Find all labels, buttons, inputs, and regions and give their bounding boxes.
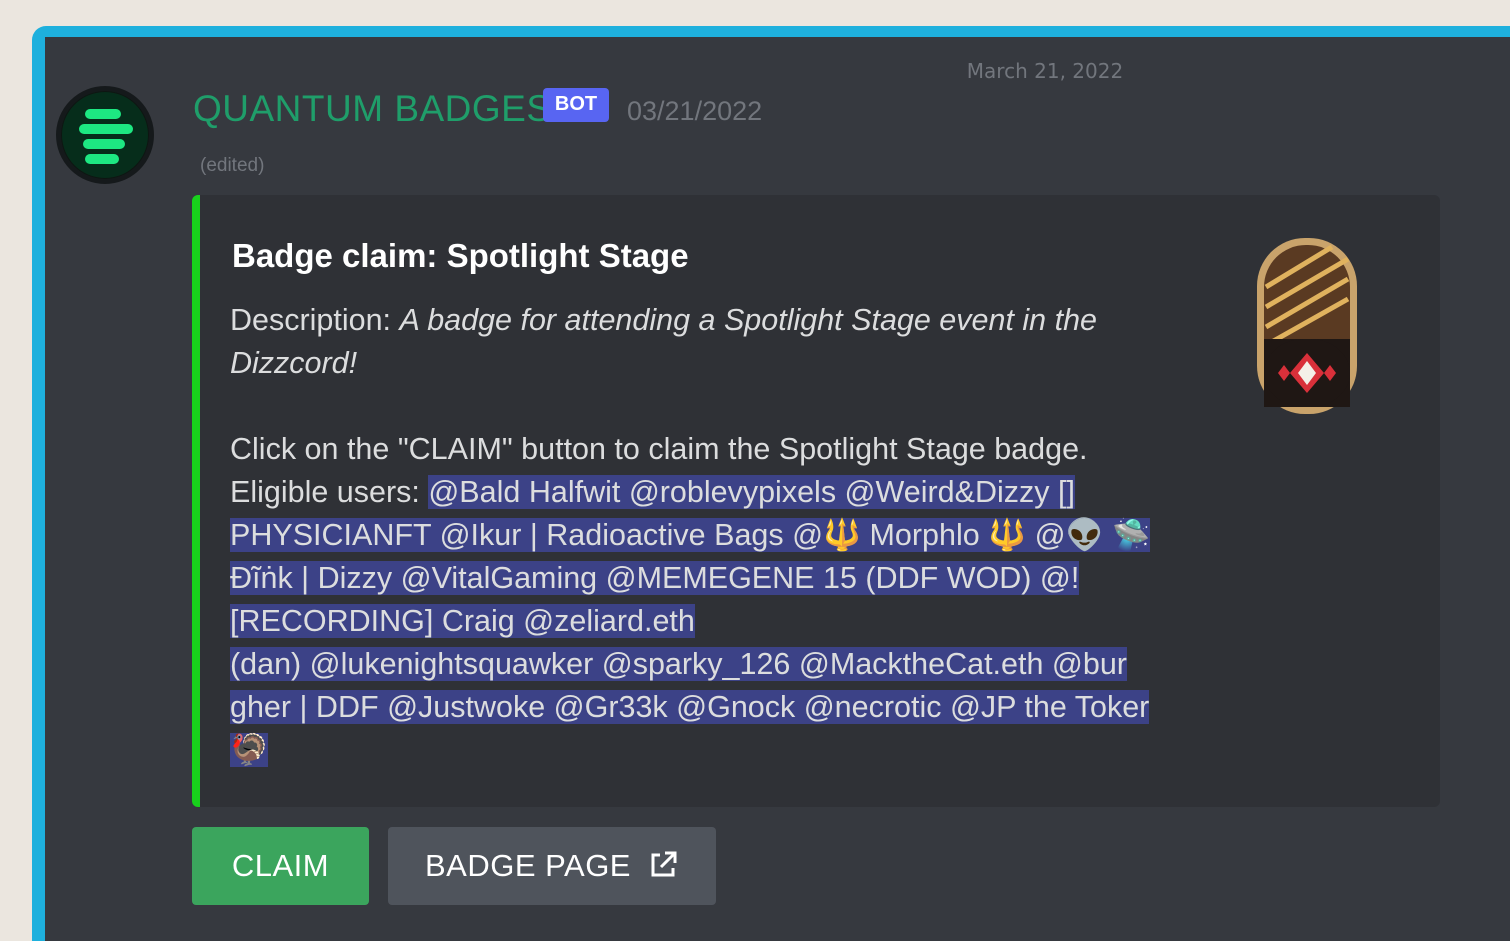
spotlight-stage-badge-icon[interactable]: [1252, 235, 1362, 417]
claim-button[interactable]: CLAIM: [192, 827, 369, 905]
eligible-users-mentions[interactable]: [RECORDING] Craig @zeliard.eth: [230, 604, 695, 638]
eligible-users-mentions[interactable]: @Bald Halfwit @roblevypixels @Weird&Dizz…: [428, 475, 1075, 509]
description-label: Description:: [230, 303, 400, 337]
eligible-users-mentions[interactable]: gher | DDF @Justwoke @Gr33k @Gnock @necr…: [230, 690, 1150, 724]
claim-button-label: CLAIM: [231, 848, 330, 883]
eligible-users-row-2: PHYSICIANFT @Ikur | Radioactive Bags @🔱 …: [230, 514, 1170, 557]
embed-title: Badge claim: Spotlight Stage: [232, 237, 689, 274]
embed-description: Description: A badge for attending a Spo…: [230, 299, 1170, 772]
eligible-users-mentions[interactable]: PHYSICIANFT @Ikur | Radioactive Bags @🔱 …: [230, 518, 1151, 552]
eligible-users-mentions[interactable]: 🦃: [230, 733, 268, 767]
author-name[interactable]: QUANTUM BADGES: [193, 88, 552, 130]
edited-label: (edited): [200, 155, 265, 176]
message-timestamp[interactable]: 03/21/2022: [627, 96, 762, 127]
quantum-badges-logo-icon[interactable]: [56, 86, 154, 184]
eligible-users-mentions[interactable]: Đĩṅk | Dizzy @VitalGaming @MEMEGENE 15 (…: [230, 561, 1080, 595]
eligible-users-row-4: [RECORDING] Craig @zeliard.eth: [230, 600, 1170, 643]
eligible-users-row-3: Đĩṅk | Dizzy @VitalGaming @MEMEGENE 15 (…: [230, 557, 1170, 600]
date-divider: March 21, 2022: [966, 59, 1124, 83]
description-line: Description: A badge for attending a Spo…: [230, 299, 1170, 385]
embed-accent-bar: [192, 195, 200, 807]
eligible-label: Eligible users:: [230, 475, 429, 509]
badge-page-button-label: BADGE PAGE: [425, 848, 631, 883]
badge-page-button[interactable]: BADGE PAGE: [388, 827, 716, 905]
eligible-users-row-6: gher | DDF @Justwoke @Gr33k @Gnock @necr…: [230, 686, 1170, 729]
eligible-users-row-1: Eligible users: @Bald Halfwit @roblevypi…: [230, 471, 1170, 514]
external-link-icon: [651, 851, 677, 877]
eligible-users-row-5: (dan) @lukenightsquawker @sparky_126 @Ma…: [230, 643, 1170, 686]
claim-instruction: Click on the "CLAIM" button to claim the…: [230, 432, 1088, 466]
eligible-users-mentions[interactable]: (dan) @lukenightsquawker @sparky_126 @Ma…: [230, 647, 1127, 681]
embed-card: Badge claim: Spotlight Stage Description…: [192, 195, 1440, 807]
bot-badge: BOT: [543, 88, 609, 122]
eligible-users-row-7: 🦃: [230, 729, 1170, 772]
